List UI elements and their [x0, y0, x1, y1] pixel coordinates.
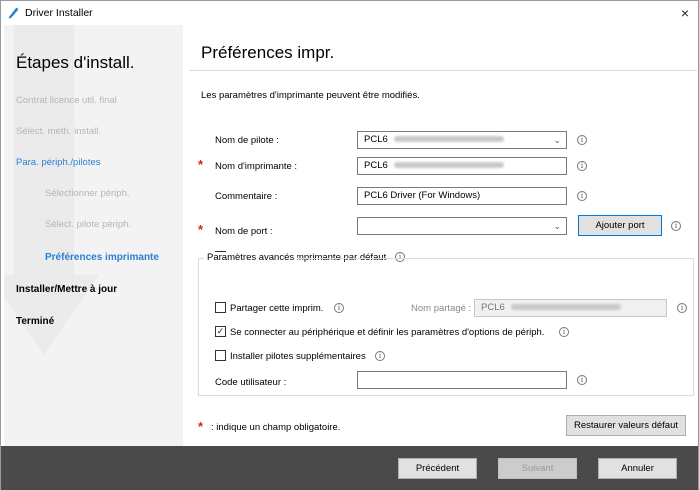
printer-name-input[interactable]: PCL6 [357, 157, 567, 175]
close-icon: × [680, 5, 690, 21]
step-finished: Terminé [16, 316, 55, 327]
add-port-button[interactable]: Ajouter port [578, 215, 662, 236]
comment-input[interactable]: PCL6 Driver (For Windows) [357, 187, 567, 205]
printer-name-label: Nom d'imprimante : [215, 161, 298, 172]
step-license: Contrat licence util. final [16, 95, 117, 106]
user-code-input[interactable] [357, 371, 567, 389]
step-install-update: Installer/Mettre à jour [16, 284, 118, 295]
sidebar-arrow-graphic [4, 25, 99, 355]
step-select-driver: Sélect. pilote périph. [45, 219, 132, 230]
share-printer-label: Partager cette imprim. [230, 303, 324, 314]
back-button[interactable]: Précédent [398, 458, 477, 479]
page-subtitle: Les paramètres d'imprimante peuvent être… [201, 90, 420, 101]
driver-name-select[interactable]: PCL6 ⌄ [357, 131, 567, 149]
comment-label: Commentaire : [215, 191, 278, 202]
required-asterisk: * [198, 222, 204, 237]
chevron-down-icon: ⌄ [553, 135, 561, 145]
share-printer-checkbox[interactable] [215, 302, 226, 313]
share-printer-info-icon[interactable]: i [334, 303, 344, 313]
required-asterisk: * [198, 419, 204, 434]
required-note: : indique un champ obligatoire. [211, 422, 341, 433]
extra-drivers-checkbox[interactable] [215, 350, 226, 361]
share-name-label: Nom partagé : [411, 303, 472, 314]
share-name-info-icon[interactable]: i [677, 303, 687, 313]
connect-device-info-icon[interactable]: i [559, 327, 569, 337]
page-title: Préférences impr. [201, 43, 335, 62]
user-code-info-icon[interactable]: i [577, 375, 587, 385]
share-name-value: PCL6 [481, 302, 505, 313]
share-name-input[interactable]: PCL6 [474, 299, 667, 317]
extra-drivers-label: Installer pilotes supplémentaires [230, 351, 366, 362]
redacted-text [393, 162, 504, 169]
window-title: Driver Installer [25, 7, 93, 19]
step-device-drivers: Para. périph./pilotes [16, 157, 101, 168]
redacted-text [393, 136, 504, 143]
installer-window: Driver Installer × Étapes d'install. Con… [0, 0, 699, 490]
restore-defaults-button[interactable]: Restaurer valeurs défaut [566, 415, 686, 436]
advanced-settings-title: Paramètres avancés [204, 252, 298, 263]
driver-name-info-icon[interactable]: i [577, 135, 587, 145]
driver-name-value: PCL6 [364, 134, 388, 145]
cancel-button[interactable]: Annuler [598, 458, 677, 479]
driver-name-label: Nom de pilote : [215, 135, 279, 146]
footer-bar: Précédent Suivant Annuler [1, 446, 698, 490]
extra-drivers-info-icon[interactable]: i [375, 351, 385, 361]
port-name-info-icon[interactable]: i [671, 221, 681, 231]
required-asterisk: * [198, 157, 204, 172]
close-button[interactable]: × [674, 3, 696, 23]
header-divider [189, 70, 697, 71]
redacted-text [510, 304, 621, 311]
app-icon [8, 7, 18, 19]
comment-info-icon[interactable]: i [577, 191, 587, 201]
chevron-down-icon: ⌄ [553, 221, 561, 231]
step-install-method: Sélect. méth. install. [16, 126, 102, 137]
printer-name-info-icon[interactable]: i [577, 161, 587, 171]
title-bar: Driver Installer × [1, 1, 698, 25]
user-code-label: Code utilisateur : [215, 377, 287, 388]
port-name-label: Nom de port : [215, 226, 273, 237]
port-name-select[interactable]: ⌄ [357, 217, 567, 235]
step-select-device: Sélectionner périph. [45, 188, 130, 199]
connect-device-checkbox[interactable]: ✓ [215, 326, 226, 337]
sidebar-title: Étapes d'install. [16, 53, 135, 72]
connect-device-label: Se connecter au périphérique et définir … [230, 327, 545, 338]
step-printer-preferences: Préférences imprimante [45, 252, 159, 263]
next-button[interactable]: Suivant [498, 458, 577, 479]
steps-sidebar: Étapes d'install. Contrat licence util. … [4, 25, 183, 446]
printer-name-value: PCL6 [364, 160, 388, 171]
